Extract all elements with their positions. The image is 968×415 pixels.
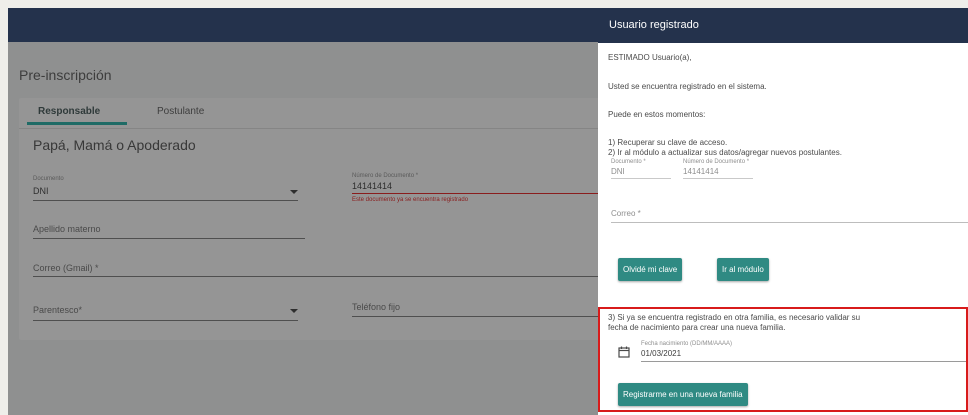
documento-underline	[33, 200, 298, 201]
fecha-input[interactable]: 01/03/2021	[641, 349, 681, 358]
caret-down-icon[interactable]	[290, 190, 298, 194]
dialog-documento-label: Documento *	[611, 159, 646, 165]
documento-error: Este documento ya se encuentra registrad…	[352, 197, 469, 203]
go-to-module-button[interactable]: Ir al módulo	[717, 258, 769, 281]
fecha-label: Fecha nacimiento (DD/MM/AAAA)	[641, 341, 733, 347]
dialog-can-msg: Puede en estos momentos:	[608, 110, 706, 119]
numero-documento-input[interactable]: 14141414	[352, 181, 392, 191]
telefono-underline	[352, 316, 598, 317]
dialog-numero-value: 14141414	[683, 167, 719, 176]
documento-label: Documento	[33, 176, 64, 182]
parentesco-select[interactable]: Parentesco*	[33, 305, 82, 315]
dialog-greeting: ESTIMADO Usuario(a),	[608, 53, 692, 62]
dialog-numero-label: Número de Documento *	[683, 159, 750, 165]
dialog-correo-underline	[611, 222, 968, 223]
dialog-correo-input[interactable]: Correo *	[611, 209, 641, 218]
dialog-title: Usuario registrado	[609, 19, 699, 31]
page-title: Pre-inscripción	[19, 67, 112, 83]
dialog-registered-msg: Usted se encuentra registrado en el sist…	[608, 82, 767, 91]
dialog-option-3-line-1: 3) Si ya se encuentra registrado en otra…	[608, 313, 861, 322]
dialog-documento-underline	[611, 178, 671, 179]
numero-documento-label: Número de Documento *	[352, 173, 419, 179]
calendar-icon[interactable]	[618, 346, 630, 358]
correo-underline	[33, 276, 598, 277]
new-family-button[interactable]: Registrarme en una nueva familia	[618, 383, 748, 406]
section-title: Papá, Mamá o Apoderado	[33, 137, 196, 153]
apellido-materno-underline	[33, 238, 305, 239]
tab-postulante[interactable]: Postulante	[157, 106, 204, 117]
fecha-underline	[641, 361, 966, 362]
documento-select[interactable]: DNI	[33, 186, 49, 196]
dialog-option-3-line-2: fecha de nacimiento para crear una nueva…	[608, 323, 786, 332]
tab-responsable[interactable]: Responsable	[38, 106, 100, 117]
numero-documento-underline	[352, 193, 598, 194]
active-tab-indicator	[27, 122, 127, 125]
forgot-password-button[interactable]: Olvidé mi clave	[618, 258, 683, 281]
correo-input[interactable]: Correo (Gmail) *	[33, 263, 99, 273]
apellido-materno-input[interactable]: Apellido materno	[33, 224, 101, 234]
dialog-documento-value: DNI	[611, 167, 625, 176]
dialog-option-2: 2) Ir al módulo a actualizar sus datos/a…	[608, 148, 842, 157]
dialog-numero-underline	[683, 178, 753, 179]
caret-down-icon[interactable]	[290, 309, 298, 313]
telefono-input[interactable]: Teléfono fijo	[352, 302, 400, 312]
parentesco-underline	[33, 320, 298, 321]
dialog-option-1: 1) Recuperar su clave de acceso.	[608, 138, 728, 147]
form-card	[19, 98, 604, 340]
